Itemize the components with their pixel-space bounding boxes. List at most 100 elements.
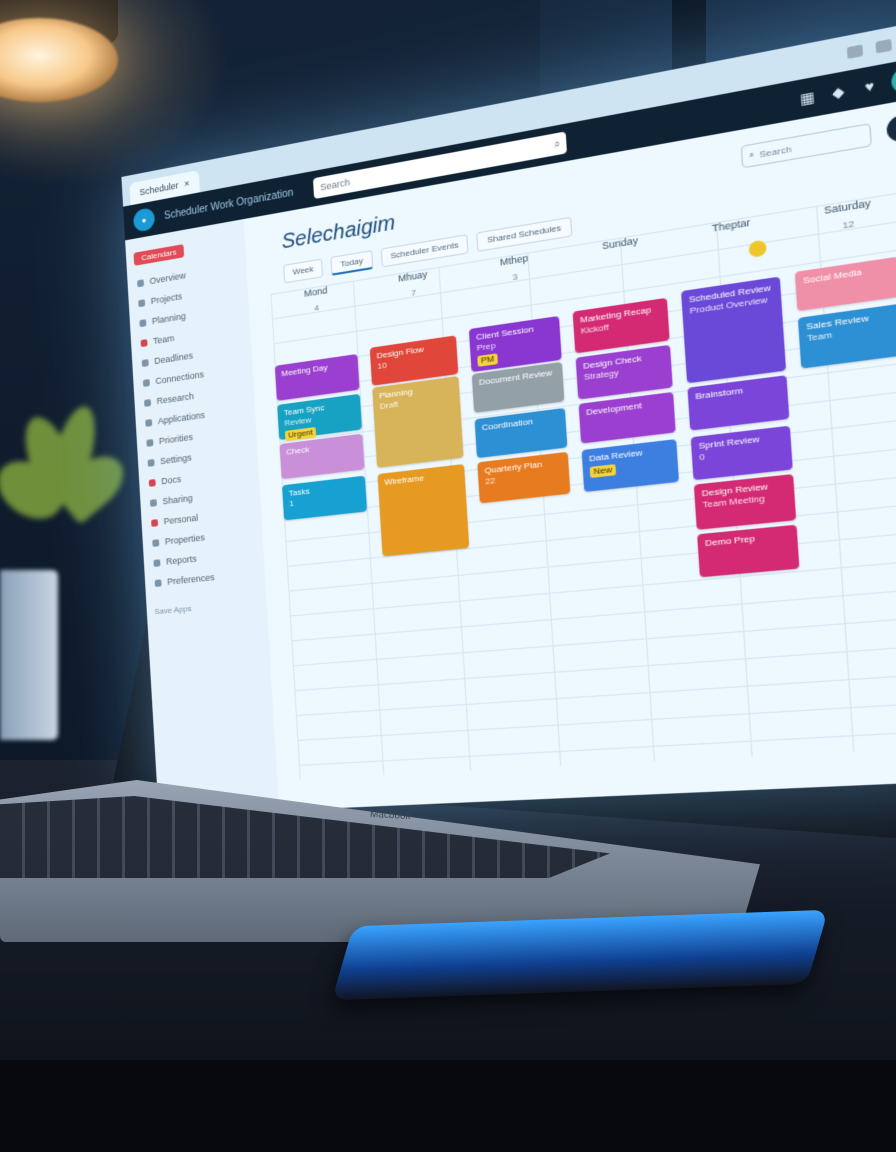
browser-tab-title: Scheduler <box>139 180 179 198</box>
event-title: Demo Prep <box>704 533 756 549</box>
day-number: 12 <box>842 218 855 231</box>
laptop-label: Macbook <box>369 808 411 823</box>
calendar-event[interactable]: Brainstorm <box>687 375 790 431</box>
day-label: Mond <box>303 284 328 299</box>
day-column-header[interactable]: Sunday <box>573 230 668 263</box>
event-title: Brainstorm <box>695 385 744 402</box>
day-column-header[interactable]: Mond 4 <box>274 280 358 319</box>
sidebar-item-label: Overview <box>149 270 187 287</box>
calendar-event[interactable]: Design Check Strategy <box>575 344 673 400</box>
toolbar-button[interactable]: Today <box>330 250 374 276</box>
calendar-event[interactable]: Scheduled Review Product Overview <box>681 276 787 384</box>
sidebar-item-label: Planning <box>151 310 187 327</box>
calendar-event[interactable]: Data Review New <box>581 439 679 493</box>
main-search-placeholder: Search <box>759 143 792 160</box>
day-label: Theptar <box>711 216 751 235</box>
day-label: Saturday <box>823 197 872 217</box>
day-number: 3 <box>512 271 518 283</box>
calendar-event[interactable]: Tasks 1 <box>282 475 368 521</box>
heart-icon[interactable]: ♥ <box>860 77 879 97</box>
sidebar-item-icon <box>138 298 146 307</box>
sidebar-item-icon <box>139 318 147 327</box>
calendar-event[interactable]: Social Media <box>794 256 896 312</box>
sidebar-item-icon <box>145 418 153 427</box>
sidebar-item-icon <box>144 398 152 407</box>
sidebar-item-icon <box>149 498 157 507</box>
calendar-event[interactable]: Marketing Recap Kickoff <box>572 297 670 354</box>
main-panel: Selechaigim ⌕ Search + WeekTodaySchedule… <box>244 95 896 811</box>
sidebar-item-icon <box>154 578 162 587</box>
room-background: Scheduler × ● Scheduler Work Organizatio… <box>0 0 896 1152</box>
minimize-icon[interactable] <box>846 44 864 59</box>
day-number <box>574 248 668 263</box>
event-title: Document Review <box>478 367 553 388</box>
calendar-event[interactable]: Sprint Review 0 <box>690 425 793 481</box>
bell-icon[interactable]: ◆ <box>829 83 848 102</box>
sidebar-item-label: Projects <box>150 291 183 307</box>
day-label: Mthep <box>499 252 529 268</box>
day-column-header[interactable]: Saturday 12 <box>796 193 896 238</box>
desk-edge <box>0 1060 896 1152</box>
toolbar-button[interactable]: Scheduler Events <box>380 234 469 268</box>
event-title: Meeting Day <box>281 362 328 379</box>
sidebar-item-label: Reports <box>165 553 197 567</box>
sidebar-item-icon <box>148 478 156 487</box>
search-icon: ⌕ <box>553 137 561 150</box>
sidebar-item-icon <box>140 338 148 347</box>
calendar-event[interactable]: Planning Draft <box>372 376 464 468</box>
search-icon: ⌕ <box>748 149 755 161</box>
grid-icon[interactable]: ▦ <box>798 88 817 108</box>
event-title: Check <box>285 444 310 457</box>
plant-pot <box>0 570 58 740</box>
day-column-header[interactable]: Theptar <box>682 212 782 246</box>
day-label: Mhuay <box>397 268 428 285</box>
day-number <box>683 230 782 246</box>
search-placeholder: Search <box>319 176 351 193</box>
event-title: Coordination <box>481 416 534 433</box>
sidebar-item-label: Preferences <box>166 572 215 587</box>
calendar-event[interactable]: Sales Review Team <box>797 303 896 369</box>
day-number: 7 <box>411 287 417 298</box>
calendar-event[interactable]: Development <box>578 391 676 444</box>
day-number: 4 <box>314 302 320 314</box>
sidebar-item-label: Personal <box>163 512 199 527</box>
calendar-grid[interactable]: Mond 4 Mhuay 7 Mthep 3 Sunday Theptar Saturday 12… <box>270 189 896 780</box>
today-marker <box>748 239 767 259</box>
event-title: Development <box>585 400 642 418</box>
calendar-event[interactable]: Coordination <box>474 407 568 459</box>
avatar[interactable] <box>890 64 896 96</box>
laptop-screen: Scheduler × ● Scheduler Work Organizatio… <box>121 19 896 816</box>
sidebar-item-label: Research <box>156 390 195 407</box>
calendar-event[interactable]: Check <box>279 433 365 480</box>
plant <box>0 395 134 595</box>
calendar-event[interactable]: Design Review Team Meeting <box>693 474 797 530</box>
sidebar-item-icon <box>136 278 145 287</box>
event-tag: PM <box>477 353 498 367</box>
app-logo[interactable]: ● <box>132 206 156 233</box>
calendar-event[interactable]: Quarterly Plan 22 <box>477 451 571 504</box>
day-column-header[interactable]: Mthep 3 <box>469 247 561 288</box>
toolbar-button[interactable]: Week <box>283 258 324 284</box>
sidebar-item-label: Team <box>152 332 175 347</box>
event-title: Wireframe <box>384 472 425 488</box>
sidebar-item-label: Connections <box>155 369 205 387</box>
sidebar-item-icon <box>146 438 154 447</box>
sidebar-item-label: Settings <box>159 452 192 467</box>
close-icon[interactable]: × <box>184 178 190 189</box>
calendar-event[interactable]: Team Sync Review Urgent <box>277 393 362 442</box>
calendar-event[interactable]: Demo Prep <box>697 524 800 578</box>
day-column-header[interactable]: Mhuay 7 <box>370 264 458 304</box>
sidebar-badge[interactable]: Calendars <box>133 244 185 266</box>
maximize-icon[interactable] <box>875 38 893 54</box>
sidebar-footer[interactable]: Save Apps <box>154 598 259 616</box>
calendar-event[interactable]: Wireframe <box>377 463 470 557</box>
sidebar-item-icon <box>151 518 159 527</box>
sidebar-item-label: Applications <box>157 409 206 427</box>
day-label: Sunday <box>601 234 639 252</box>
sidebar-item-label: Priorities <box>158 431 194 447</box>
event-tag: New <box>589 464 617 479</box>
sidebar-item-icon <box>153 558 161 567</box>
sidebar-item-label: Deadlines <box>153 350 194 367</box>
sidebar-item-icon <box>141 358 149 367</box>
calendar-event[interactable]: Meeting Day <box>274 353 360 401</box>
